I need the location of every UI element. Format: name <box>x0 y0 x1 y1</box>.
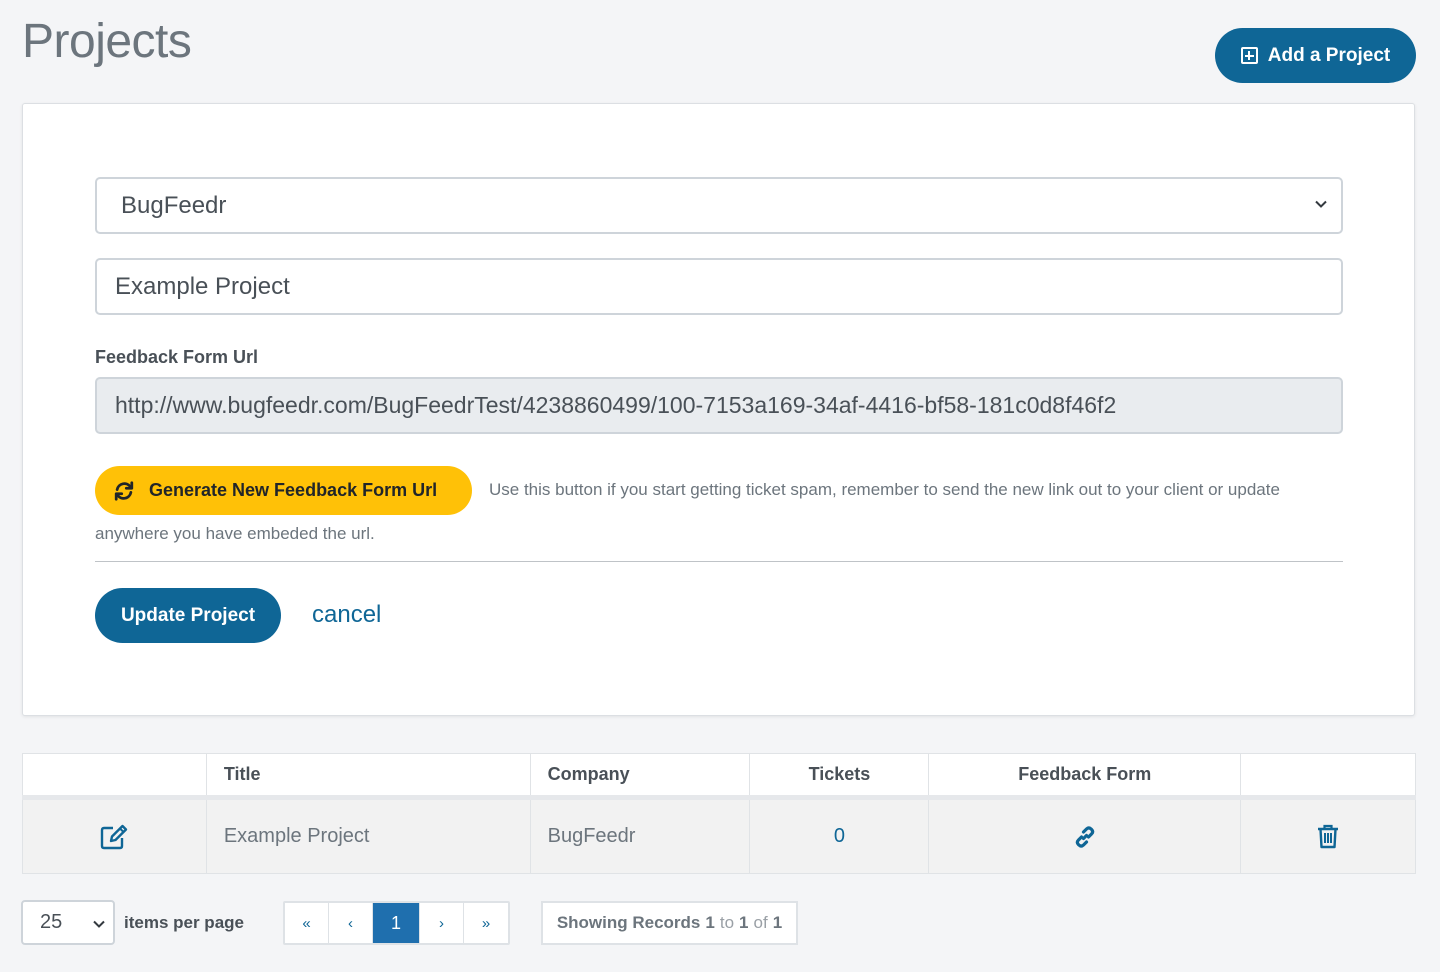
chevron-down-icon <box>1315 200 1327 208</box>
page-next-button[interactable]: › <box>420 903 464 943</box>
project-title-value: Example Project <box>115 272 290 300</box>
edit-project-card: BugFeedr Example Project Feedback Form U… <box>22 103 1415 716</box>
edit-icon[interactable] <box>100 824 128 850</box>
generate-url-button[interactable]: Generate New Feedback Form Url <box>95 466 472 515</box>
update-project-button[interactable]: Update Project <box>95 588 281 643</box>
col-company-header[interactable]: Company <box>529 753 751 800</box>
col-delete-header <box>1240 753 1416 800</box>
items-per-page-value: 25 <box>40 911 63 933</box>
records-total: 1 <box>772 913 783 932</box>
page-current-button[interactable]: 1 <box>373 903 420 943</box>
records-from: 1 <box>705 913 715 932</box>
table-header-row: Title Company Tickets Feedback Form <box>22 753 1416 800</box>
add-project-button[interactable]: Add a Project <box>1215 28 1416 83</box>
projects-table: Title Company Tickets Feedback Form Exam… <box>22 753 1416 874</box>
refresh-icon <box>114 480 134 501</box>
items-per-page-label: items per page <box>124 913 244 932</box>
page-last-button[interactable]: » <box>464 903 508 943</box>
divider <box>95 561 1343 562</box>
cancel-link[interactable]: cancel <box>312 601 381 629</box>
feedback-url-value: http://www.bugfeedr.com/BugFeedrTest/423… <box>115 392 1117 418</box>
edit-cell <box>22 797 207 874</box>
chevron-down-icon <box>93 920 105 928</box>
table-row: Example Project BugFeedr 0 <box>22 797 1416 874</box>
col-actions-header <box>22 753 207 800</box>
col-tickets-header[interactable]: Tickets <box>749 753 930 800</box>
feedback-form-cell <box>928 797 1242 874</box>
col-title-header[interactable]: Title <box>205 753 531 800</box>
feedback-url-field[interactable]: http://www.bugfeedr.com/BugFeedrTest/423… <box>95 377 1343 434</box>
project-title-input[interactable]: Example Project <box>95 258 1343 315</box>
records-prefix: Showing Records <box>556 913 701 932</box>
records-to-word: to <box>719 913 735 932</box>
col-feedback-form-header: Feedback Form <box>928 753 1242 800</box>
row-company: BugFeedr <box>529 797 751 874</box>
add-project-label: Add a Project <box>1267 44 1391 66</box>
page-first-button[interactable]: « <box>285 903 329 943</box>
row-tickets-link[interactable]: 0 <box>749 797 930 874</box>
generate-help-text-cont: anywhere you have embeded the url. <box>95 524 375 543</box>
page-title: Projects <box>22 15 192 68</box>
row-title: Example Project <box>205 797 531 874</box>
company-select-value: BugFeedr <box>121 191 227 219</box>
company-select[interactable]: BugFeedr <box>95 177 1343 234</box>
records-of-word: of <box>753 913 768 932</box>
generate-help-text: Use this button if you start getting tic… <box>489 480 1280 499</box>
pagination: « ‹ 1 › » <box>283 901 510 945</box>
delete-cell <box>1240 797 1416 874</box>
records-summary: Showing Records 1 to 1 of 1 <box>541 901 798 945</box>
page-prev-button[interactable]: ‹ <box>329 903 373 943</box>
plus-square-icon <box>1240 47 1258 64</box>
link-icon[interactable] <box>1073 825 1097 849</box>
records-to: 1 <box>739 913 749 932</box>
generate-url-label: Generate New Feedback Form Url <box>149 480 438 500</box>
trash-icon[interactable] <box>1317 824 1339 849</box>
feedback-url-label: Feedback Form Url <box>95 347 259 367</box>
items-per-page-select[interactable]: 25 <box>21 900 115 945</box>
